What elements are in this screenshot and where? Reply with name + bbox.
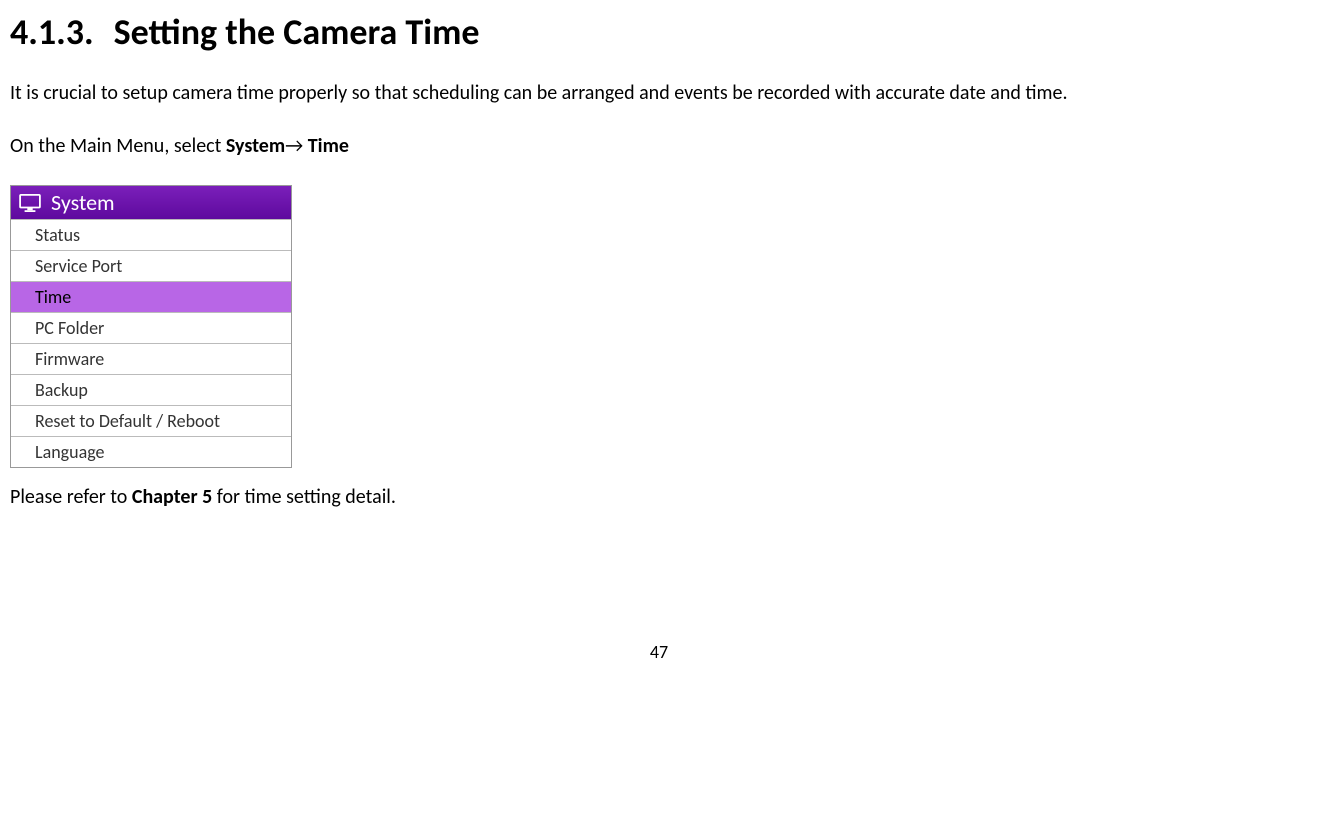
menu-item-backup[interactable]: Backup bbox=[11, 374, 291, 405]
footer-suffix: for time setting detail. bbox=[212, 485, 396, 509]
intro-paragraph: It is crucial to setup camera time prope… bbox=[10, 79, 1308, 107]
system-menu: System Status Service Port Time PC Folde… bbox=[10, 185, 292, 468]
footer-prefix: Please refer to bbox=[10, 485, 132, 509]
menu-item-reset[interactable]: Reset to Default / Reboot bbox=[11, 405, 291, 436]
menu-item-firmware[interactable]: Firmware bbox=[11, 343, 291, 374]
menu-header[interactable]: System bbox=[11, 186, 291, 219]
menu-item-pc-folder[interactable]: PC Folder bbox=[11, 312, 291, 343]
section-number: 4.1.3. bbox=[10, 10, 94, 54]
menu-header-label: System bbox=[51, 189, 115, 216]
menu-item-time[interactable]: Time bbox=[11, 281, 291, 312]
page-number: 47 bbox=[10, 641, 1308, 663]
section-heading: 4.1.3. Setting the Camera Time bbox=[10, 10, 1308, 54]
instruction-system: System bbox=[226, 134, 285, 158]
footer-paragraph: Please refer to Chapter 5 for time setti… bbox=[10, 483, 1308, 511]
monitor-icon bbox=[19, 194, 41, 212]
section-title: Setting the Camera Time bbox=[114, 10, 480, 54]
instruction-time: Time bbox=[303, 134, 349, 158]
instruction-arrow: → bbox=[285, 134, 303, 158]
menu-item-service-port[interactable]: Service Port bbox=[11, 250, 291, 281]
instruction-prefix: On the Main Menu, select bbox=[10, 134, 226, 158]
footer-chapter: Chapter 5 bbox=[132, 485, 212, 509]
menu-item-language[interactable]: Language bbox=[11, 436, 291, 467]
instruction-paragraph: On the Main Menu, select System→ Time bbox=[10, 132, 1308, 160]
menu-item-status[interactable]: Status bbox=[11, 219, 291, 250]
